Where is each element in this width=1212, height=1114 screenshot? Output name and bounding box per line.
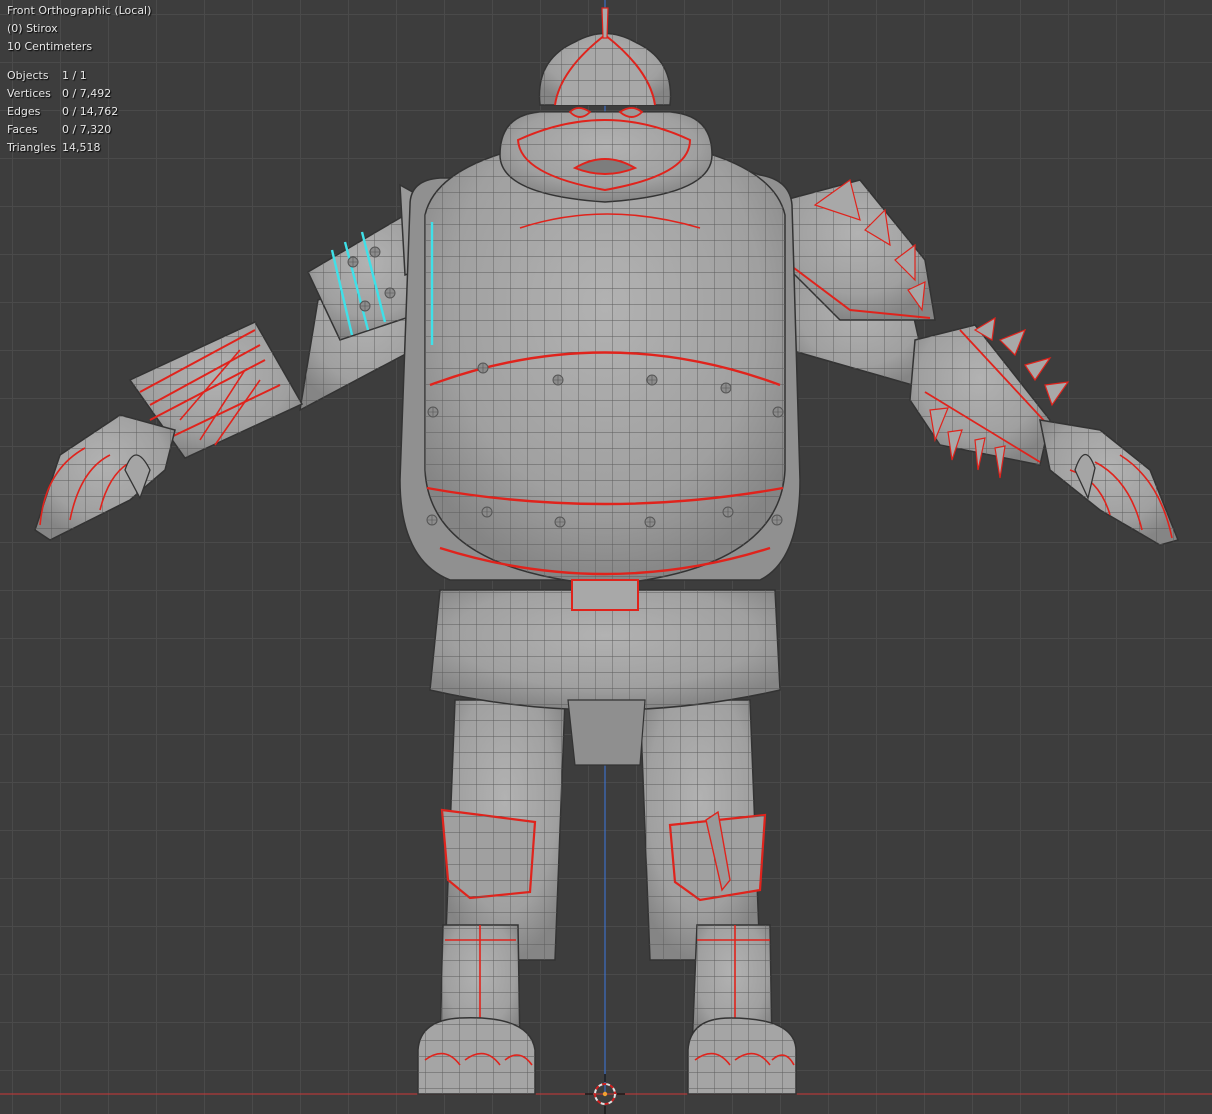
head [499, 7, 713, 203]
3d-viewport[interactable]: Front Orthographic (Local) (0) Stirox 10… [0, 0, 1212, 1114]
stat-objects: Objects 1 / 1 [7, 67, 151, 85]
mesh-view[interactable] [0, 0, 1212, 1114]
stat-label: Objects [7, 69, 49, 82]
torso [399, 134, 801, 611]
stat-faces: Faces 0 / 7,320 [7, 121, 151, 139]
right-arm [776, 178, 1180, 546]
stat-label: Edges [7, 105, 41, 118]
viewport-info-overlay: Front Orthographic (Local) (0) Stirox 10… [7, 2, 151, 157]
stat-value: 0 / 7,320 [62, 123, 112, 136]
left-arm [34, 183, 433, 541]
object-name: (0) Stirox [7, 22, 58, 35]
stat-edges: Edges 0 / 14,762 [7, 103, 151, 121]
stat-value: 14,518 [62, 141, 101, 154]
stat-value: 1 / 1 [62, 69, 87, 82]
right-leg [639, 699, 797, 1095]
stat-value: 0 / 14,762 [62, 105, 119, 118]
stat-value: 0 / 7,492 [62, 87, 112, 100]
stat-triangles: Triangles 14,518 [7, 139, 151, 157]
grid-scale: 10 Centimeters [7, 40, 93, 53]
stat-label: Triangles [7, 141, 56, 154]
stat-vertices: Vertices 0 / 7,492 [7, 85, 151, 103]
left-leg [417, 699, 566, 1095]
view-name: Front Orthographic (Local) [7, 4, 152, 17]
3d-cursor-icon[interactable] [585, 1074, 625, 1114]
stat-label: Faces [7, 123, 38, 136]
stat-label: Vertices [7, 87, 51, 100]
